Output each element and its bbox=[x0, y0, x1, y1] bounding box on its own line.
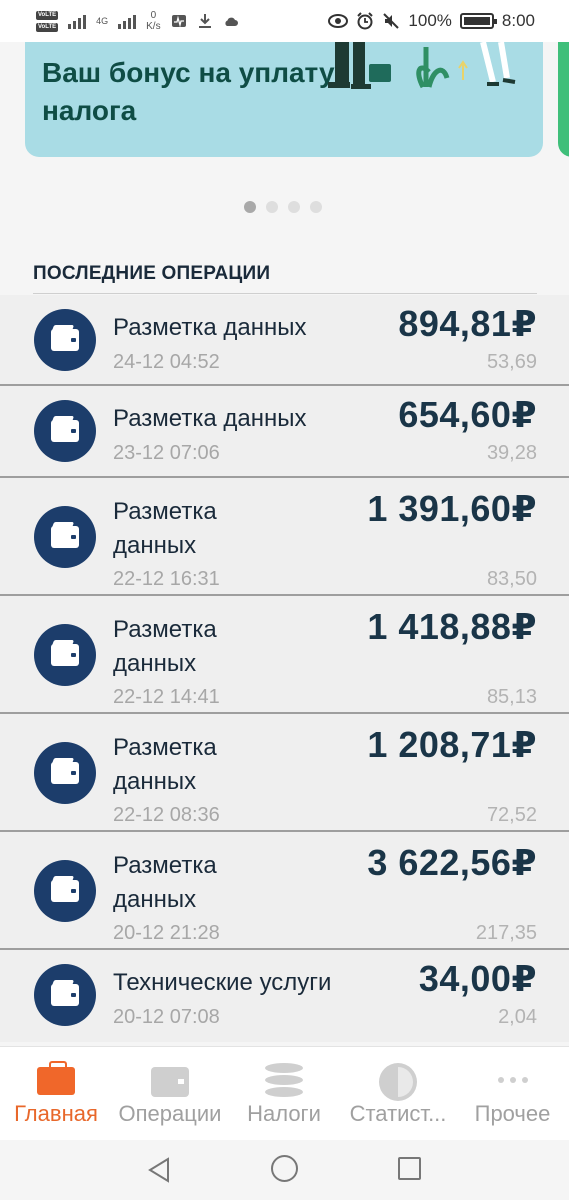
operation-date: 22-12 08:36 bbox=[113, 804, 220, 826]
network-type: 4G bbox=[96, 16, 109, 26]
operation-avatar bbox=[34, 860, 96, 922]
battery-percent: 100% bbox=[408, 11, 452, 30]
operation-tax: 85,13 bbox=[486, 686, 537, 708]
wallet-icon bbox=[151, 1067, 189, 1097]
cloud-icon bbox=[224, 17, 238, 26]
operation-row[interactable]: Разметка данных 22-12 16:31 1 391,60₽ 83… bbox=[0, 478, 569, 596]
wallet-icon bbox=[51, 329, 79, 351]
mute-icon bbox=[383, 13, 400, 29]
system-navigation bbox=[0, 1140, 569, 1200]
operation-avatar bbox=[34, 309, 96, 371]
operation-title: Разметка данных bbox=[113, 734, 217, 795]
status-bar: VoLTE VoLTE 4G 0 K/s 100% 8:00 bbox=[0, 0, 569, 42]
carousel-dot[interactable] bbox=[266, 201, 278, 213]
operation-row[interactable]: Технические услуги 20-12 07:08 34,00₽ 2,… bbox=[0, 950, 569, 1042]
operation-amount: 1 208,71₽ bbox=[367, 724, 537, 765]
operation-title: Разметка данных bbox=[113, 616, 217, 677]
wallet-icon bbox=[51, 526, 79, 548]
operation-amount: 894,81₽ bbox=[398, 303, 537, 344]
operation-row[interactable]: Разметка данных 23-12 07:06 654,60₽ 39,2… bbox=[0, 386, 569, 478]
wallet-icon bbox=[51, 984, 79, 1006]
recent-apps-icon[interactable] bbox=[398, 1157, 421, 1180]
signal-2-icon bbox=[118, 13, 137, 29]
operation-avatar bbox=[34, 624, 96, 686]
banner-illustration bbox=[328, 42, 516, 89]
operation-avatar bbox=[34, 964, 96, 1026]
operation-date: 22-12 14:41 bbox=[113, 686, 220, 708]
tab-taxes[interactable]: Налоги bbox=[228, 1047, 340, 1141]
operation-title: Технические услуги bbox=[113, 969, 332, 996]
operation-amount: 1 418,88₽ bbox=[367, 606, 537, 647]
download-icon bbox=[198, 14, 211, 28]
clock: 8:00 bbox=[501, 11, 535, 30]
tab-label: Статист... bbox=[349, 1101, 447, 1126]
wallet-icon bbox=[51, 420, 79, 442]
operation-avatar bbox=[34, 506, 96, 568]
battery-icon bbox=[459, 13, 497, 29]
operation-amount: 3 622,56₽ bbox=[367, 842, 537, 883]
next-banner-peek[interactable] bbox=[558, 42, 569, 157]
operation-title: Разметка данных bbox=[113, 852, 217, 913]
pie-chart-icon bbox=[379, 1063, 417, 1101]
operation-date: 20-12 21:28 bbox=[113, 922, 220, 944]
operation-tax: 2,04 bbox=[498, 1006, 537, 1028]
tab-label: Операции bbox=[118, 1101, 222, 1126]
tab-more[interactable]: Прочее bbox=[456, 1047, 569, 1141]
operation-row[interactable]: Разметка данных 22-12 14:41 1 418,88₽ 85… bbox=[0, 596, 569, 714]
signal-icon bbox=[68, 13, 87, 29]
tab-label: Прочее bbox=[474, 1101, 551, 1126]
operation-tax: 39,28 bbox=[486, 442, 537, 464]
operation-tax: 72,52 bbox=[486, 804, 537, 826]
operation-row[interactable]: Разметка данных 20-12 21:28 3 622,56₽ 21… bbox=[0, 832, 569, 950]
tab-statistics[interactable]: Статист... bbox=[340, 1047, 456, 1141]
activity-icon bbox=[171, 15, 186, 28]
home-icon[interactable] bbox=[271, 1155, 298, 1182]
promo-banner[interactable]: Ваш бонус на уплату налога bbox=[25, 42, 543, 157]
carousel-dot[interactable] bbox=[310, 201, 322, 213]
network-speed: 0 K/s bbox=[146, 10, 161, 32]
operation-row[interactable]: Разметка данных 22-12 08:36 1 208,71₽ 72… bbox=[0, 714, 569, 832]
briefcase-icon bbox=[37, 1061, 75, 1095]
banner-title: Ваш бонус на уплату налога bbox=[42, 57, 335, 126]
operation-tax: 53,69 bbox=[486, 351, 537, 373]
operation-tax: 83,50 bbox=[486, 568, 537, 590]
operation-date: 20-12 07:08 bbox=[113, 1006, 220, 1028]
operation-avatar bbox=[34, 742, 96, 804]
operation-avatar bbox=[34, 400, 96, 462]
alarm-icon bbox=[357, 12, 374, 30]
bottom-navigation: Главная Операции Налоги Статист... Проче… bbox=[0, 1046, 569, 1140]
operation-date: 24-12 04:52 bbox=[113, 351, 220, 373]
wallet-icon bbox=[51, 880, 79, 902]
tab-home[interactable]: Главная bbox=[0, 1047, 112, 1141]
operations-list: Разметка данных 24-12 04:52 894,81₽ 53,6… bbox=[0, 295, 569, 1042]
operation-title: Разметка данных bbox=[113, 498, 217, 559]
section-title: ПОСЛЕДНИЕ ОПЕРАЦИИ bbox=[33, 263, 271, 284]
carousel-indicator bbox=[244, 201, 322, 213]
operation-title: Разметка данных bbox=[113, 314, 307, 341]
back-icon[interactable] bbox=[146, 1156, 172, 1184]
operation-date: 22-12 16:31 bbox=[113, 568, 220, 590]
operation-row[interactable]: Разметка данных 24-12 04:52 894,81₽ 53,6… bbox=[0, 295, 569, 386]
more-icon bbox=[497, 1077, 528, 1083]
section-divider bbox=[33, 293, 537, 294]
tab-operations[interactable]: Операции bbox=[112, 1047, 228, 1141]
operation-tax: 217,35 bbox=[475, 922, 537, 944]
tab-label: Налоги bbox=[247, 1101, 321, 1126]
operation-title: Разметка данных bbox=[113, 405, 307, 432]
operation-amount: 34,00₽ bbox=[418, 958, 537, 999]
carousel-dot[interactable] bbox=[244, 201, 256, 213]
tab-label: Главная bbox=[14, 1101, 98, 1126]
operation-amount: 1 391,60₽ bbox=[367, 488, 537, 529]
volte-icon: VoLTE VoLTE bbox=[36, 10, 59, 32]
carousel-dot[interactable] bbox=[288, 201, 300, 213]
coins-icon bbox=[265, 1063, 303, 1101]
operation-date: 23-12 07:06 bbox=[113, 442, 220, 464]
operation-amount: 654,60₽ bbox=[398, 394, 537, 435]
wallet-icon bbox=[51, 762, 79, 784]
wallet-icon bbox=[51, 644, 79, 666]
eye-icon bbox=[328, 14, 349, 28]
